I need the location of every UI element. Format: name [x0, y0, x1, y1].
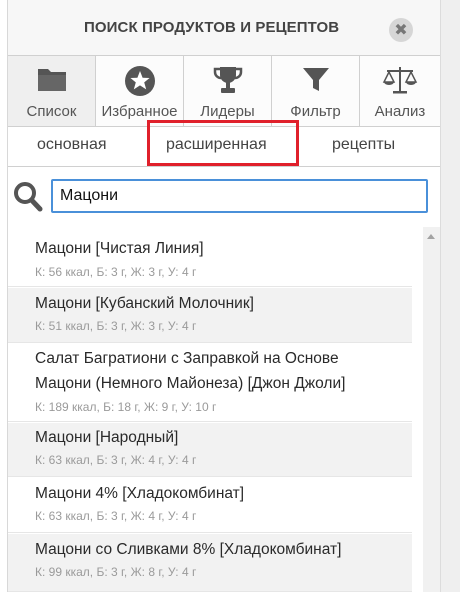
item-name: Мацони со Сливками 8% [Хладокомбинат] — [35, 541, 342, 558]
tab-analysis-label: Анализ — [374, 103, 426, 120]
item-name: Мацони [Чистая Линия] — [35, 240, 204, 257]
folder-icon — [37, 69, 66, 91]
item-name-line2: Мацони (Немного Майонеза) [Джон Джоли] — [35, 375, 346, 392]
toolbar: Список Избранное Лидеры Фильтр Анализ — [8, 55, 440, 127]
subtab-recipes[interactable]: рецепты — [332, 136, 395, 154]
list-item[interactable]: Мацони [Народный] К: 63 ккал, Б: 3 г, Ж:… — [8, 423, 412, 477]
item-nutrition: К: 51 ккал, Б: 3 г, Ж: 3 г, У: 4 г — [35, 319, 197, 333]
list-item[interactable]: Мацони [Кубанский Молочник] К: 51 ккал, … — [8, 288, 412, 343]
list-item[interactable]: Мацони со Сливками 8% [Хладокомбинат] К:… — [8, 534, 412, 592]
search-panel: ПОИСК ПРОДУКТОВ И РЕЦЕПТОВ ✖ Список Избр… — [8, 0, 440, 592]
trophy-icon — [213, 67, 242, 93]
item-name: Мацони [Кубанский Молочник] — [35, 295, 254, 312]
scroll-up-arrow-icon[interactable] — [427, 234, 435, 239]
item-name-line1: Салат Багратиони с Заправкой на Основе — [35, 350, 339, 367]
list-item[interactable]: Мацони 4% [Хладокомбинат] К: 63 ккал, Б:… — [8, 478, 412, 533]
item-nutrition: К: 99 ккал, Б: 3 г, Ж: 8 г, У: 4 г — [35, 565, 197, 579]
search-row — [8, 167, 440, 227]
tab-list-label: Список — [26, 103, 77, 120]
list-item[interactable]: Салат Багратиони с Заправкой на Основе М… — [8, 344, 412, 422]
right-window-edge — [440, 0, 460, 592]
item-nutrition: К: 63 ккал, Б: 3 г, Ж: 4 г, У: 4 г — [35, 453, 197, 467]
results-scrollbar[interactable] — [423, 227, 440, 592]
star-icon — [124, 66, 155, 96]
close-button[interactable]: ✖ — [389, 18, 413, 42]
tab-leaders[interactable]: Лидеры — [184, 56, 272, 126]
item-name: Мацони 4% [Хладокомбинат] — [35, 485, 245, 502]
item-nutrition: К: 189 ккал, Б: 18 г, Ж: 9 г, У: 10 г — [35, 400, 217, 414]
highlight-annotation — [147, 120, 299, 166]
tab-filter-label: Фильтр — [290, 103, 341, 120]
tab-list[interactable]: Список — [8, 56, 96, 126]
panel-title: ПОИСК ПРОДУКТОВ И РЕЦЕПТОВ — [84, 19, 340, 36]
tab-leaders-label: Лидеры — [200, 103, 255, 120]
left-window-edge — [0, 0, 8, 592]
list-item[interactable]: Мацони [Чистая Линия] К: 56 ккал, Б: 3 г… — [8, 227, 412, 287]
subtab-basic[interactable]: основная — [37, 136, 107, 154]
scales-icon — [382, 67, 418, 94]
panel-header: ПОИСК ПРОДУКТОВ И РЕЦЕПТОВ ✖ — [8, 0, 440, 55]
tab-filter[interactable]: Фильтр — [272, 56, 360, 126]
tab-favorites[interactable]: Избранное — [96, 56, 184, 126]
results-list: Мацони [Чистая Линия] К: 56 ккал, Б: 3 г… — [8, 227, 440, 592]
tab-analysis[interactable]: Анализ — [360, 56, 440, 126]
tab-favorites-label: Избранное — [101, 103, 178, 120]
search-input[interactable] — [51, 179, 428, 213]
search-icon[interactable] — [13, 181, 43, 213]
filter-icon — [302, 68, 329, 91]
item-nutrition: К: 63 ккал, Б: 3 г, Ж: 4 г, У: 4 г — [35, 509, 197, 523]
item-nutrition: К: 56 ккал, Б: 3 г, Ж: 3 г, У: 4 г — [35, 265, 197, 279]
item-name: Мацони [Народный] — [35, 429, 179, 446]
